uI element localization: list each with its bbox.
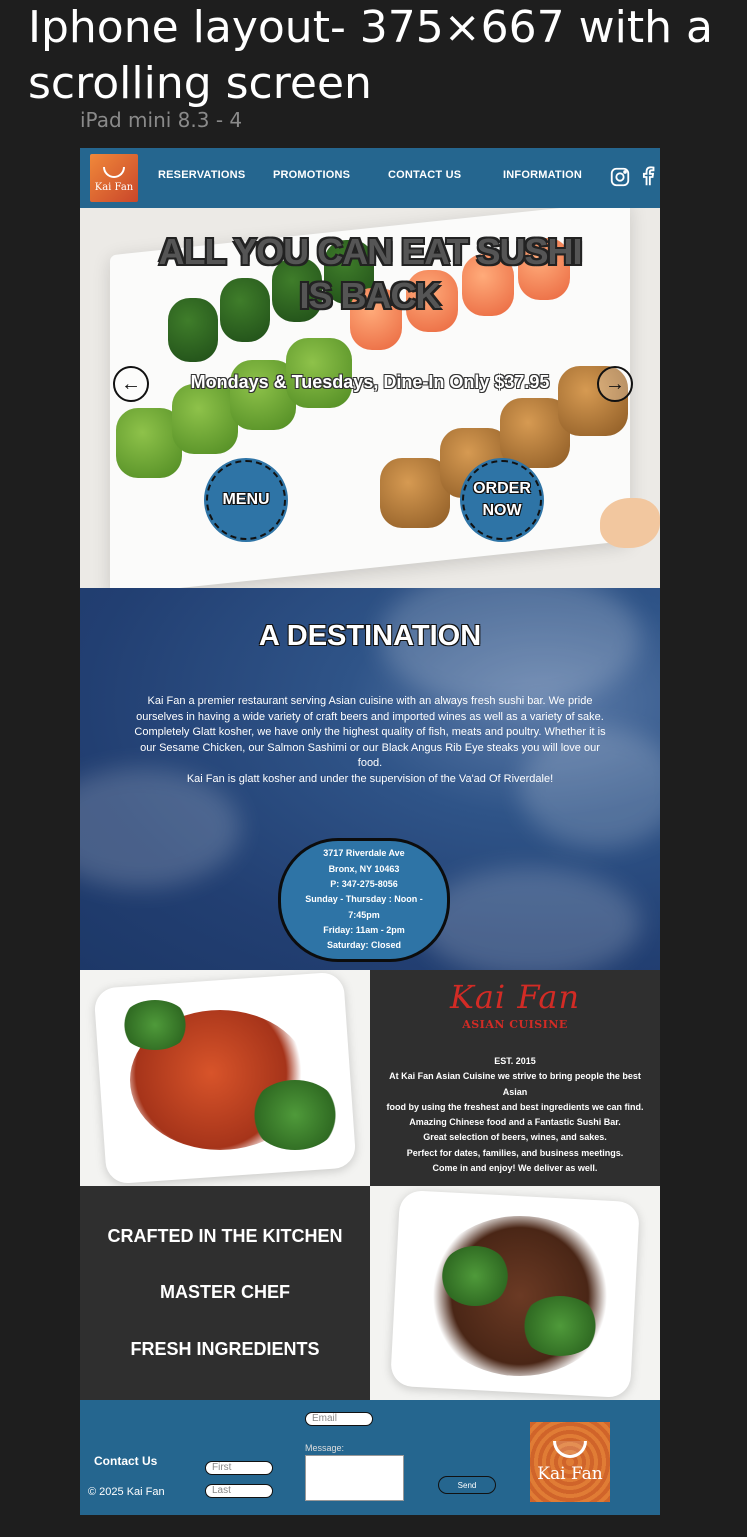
arrow-left-icon[interactable]: ← <box>113 366 149 402</box>
instagram-icon[interactable] <box>609 166 631 188</box>
bowl-icon <box>553 1440 587 1458</box>
hero-subtitle: Mondays & Tuesdays, Dine-In Only $37.95 <box>190 372 550 392</box>
about-line: At Kai Fan Asian Cuisine we strive to br… <box>389 1071 641 1097</box>
order-now-label: ORDER NOW <box>473 478 531 522</box>
first-name-input[interactable]: First <box>205 1461 273 1475</box>
canvas-title: Iphone layout- 375×667 with a scrolling … <box>28 2 713 109</box>
crafted-item: CRAFTED IN THE KITCHEN <box>107 1226 343 1246</box>
facebook-icon[interactable] <box>637 166 659 188</box>
about-line: Amazing Chinese food and a Fantastic Sus… <box>409 1117 621 1128</box>
ginger-garnish <box>600 498 660 548</box>
crafted-item: FRESH INGREDIENTS <box>130 1339 320 1359</box>
broccoli-shape <box>120 1000 190 1050</box>
sushi-piece <box>172 384 238 454</box>
nav-link-reservations[interactable]: RESERVATIONS <box>158 169 245 181</box>
hours-line: Sunday - Thursday : Noon - <box>305 894 423 905</box>
destination-section: A DESTINATION Kai Fan a premier restaura… <box>80 588 660 970</box>
message-textarea[interactable] <box>305 1455 404 1501</box>
about-line: Great selection of beers, wines, and sak… <box>423 1132 607 1143</box>
broccoli-shape <box>520 1296 600 1356</box>
order-now-line1: ORDER <box>473 480 531 497</box>
about-line: food by using the freshest and best ingr… <box>386 1101 644 1112</box>
frame-label[interactable]: iPad mini 8.3 - 4 <box>80 108 242 132</box>
bowl-icon <box>103 166 125 178</box>
hero-title-line2: IS BACK <box>299 275 441 316</box>
email-input[interactable]: Email <box>305 1412 373 1426</box>
nav-logo[interactable]: Kai Fan <box>90 154 138 202</box>
about-logo: Kai Fan <box>449 978 581 1016</box>
footer: Contact Us © 2025 Kai Fan First Last Ema… <box>80 1400 660 1515</box>
arrow-right-icon[interactable]: → <box>597 366 633 402</box>
nav-logo-text: Kai Fan <box>94 181 134 193</box>
destination-description: Kai Fan a premier restaurant serving Asi… <box>132 694 608 787</box>
destination-title: A DESTINATION <box>258 620 482 652</box>
destination-paragraph: Completely Glatt kosher, we have only th… <box>134 726 606 769</box>
contact-us-label: Contact Us <box>94 1454 158 1468</box>
about-text: EST. 2015 At Kai Fan Asian Cuisine we st… <box>376 1054 654 1176</box>
hours-line: Saturday: Closed <box>326 940 402 951</box>
nav-link-promotions[interactable]: PROMOTIONS <box>273 169 350 181</box>
about-line: Perfect for dates, families, and busines… <box>406 1147 624 1158</box>
hours-line: 7:45pm <box>348 909 380 920</box>
order-now-button[interactable]: ORDER NOW <box>462 460 542 540</box>
footer-logo-text: Kai Fan <box>537 1463 603 1484</box>
beef-broccoli-image <box>370 1186 660 1400</box>
address-hours-badge: 3717 Riverdale Ave Bronx, NY 10463 P: 34… <box>278 838 450 962</box>
last-name-input[interactable]: Last <box>205 1484 273 1498</box>
nav-link-information[interactable]: INFORMATION <box>503 169 582 181</box>
crafted-item: MASTER CHEF <box>160 1282 290 1302</box>
hours-line: Friday: 11am - 2pm <box>323 924 405 935</box>
destination-paragraph: Kai Fan is glatt kosher and under the su… <box>186 772 554 785</box>
about-section: Kai Fan ASIAN CUISINE EST. 2015 At Kai F… <box>370 970 660 1186</box>
address-line: 3717 Riverdale Ave <box>323 848 405 859</box>
page-frame: Kai Fan RESERVATIONS PROMOTIONS CONTACT … <box>80 148 660 1515</box>
phone-line[interactable]: P: 347-275-8056 <box>330 877 398 892</box>
message-label: Message: <box>305 1443 345 1453</box>
sky-cloud <box>420 868 640 970</box>
order-now-line2: NOW <box>482 502 522 519</box>
navbar: Kai Fan RESERVATIONS PROMOTIONS CONTACT … <box>80 148 660 208</box>
send-button[interactable]: Send <box>438 1476 496 1494</box>
menu-button-label: MENU <box>222 491 270 508</box>
footer-logo[interactable]: Kai Fan <box>530 1422 610 1502</box>
hero-title-line1: ALL YOU CAN EAT SUSHI <box>158 231 582 272</box>
crafted-section: CRAFTED IN THE KITCHEN MASTER CHEF FRESH… <box>80 1186 370 1400</box>
copyright-text: © 2025 Kai Fan <box>88 1486 165 1498</box>
menu-button[interactable]: MENU <box>206 460 286 540</box>
sesame-chicken-image <box>80 970 370 1186</box>
about-line: Come in and enjoy! We deliver as well. <box>432 1163 598 1174</box>
nav-link-contact-us[interactable]: CONTACT US <box>388 169 461 181</box>
destination-paragraph: Kai Fan a premier restaurant serving Asi… <box>136 695 604 723</box>
broccoli-shape <box>250 1080 340 1150</box>
about-line: EST. 2015 <box>494 1056 536 1066</box>
hero-banner: ALL YOU CAN EAT SUSHI IS BACK Mondays & … <box>80 208 660 588</box>
about-logo-subtitle: ASIAN CUISINE <box>462 1018 568 1031</box>
hero-title: ALL YOU CAN EAT SUSHI IS BACK <box>80 230 660 318</box>
broccoli-shape <box>440 1246 510 1306</box>
address-line: Bronx, NY 10463 <box>328 863 400 874</box>
